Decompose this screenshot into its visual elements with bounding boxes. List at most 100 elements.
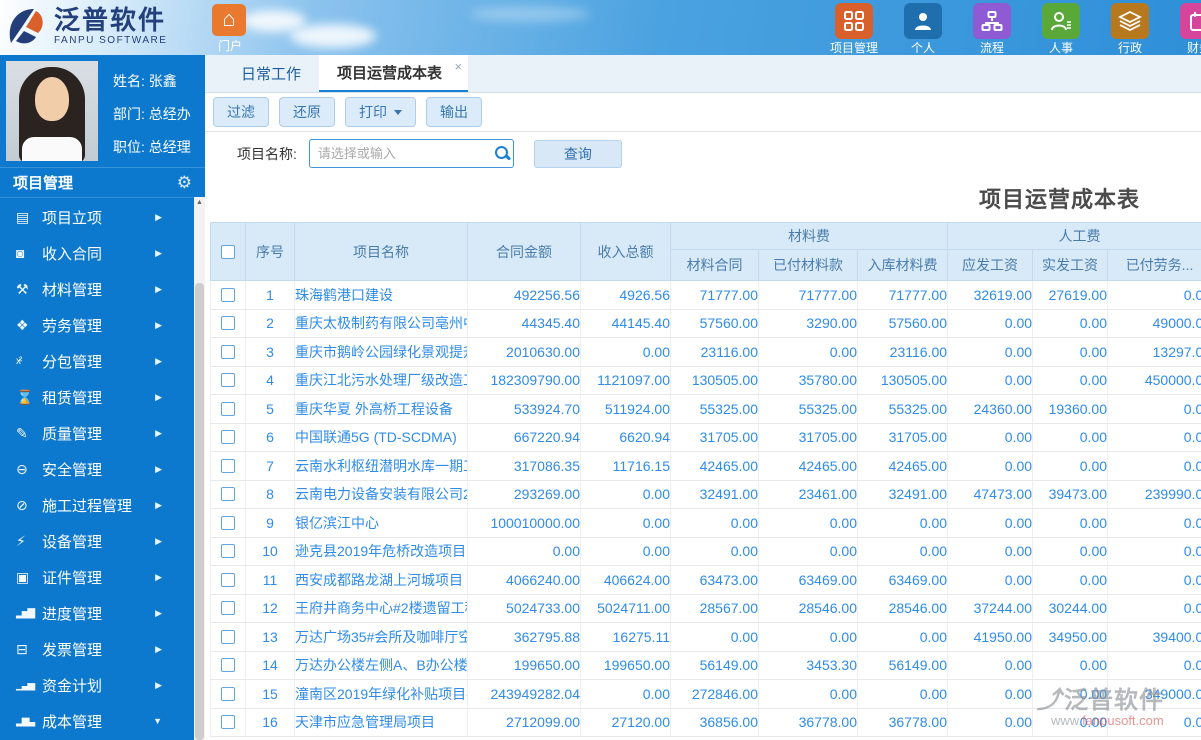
project-name-link[interactable]: 银亿滨江中心: [294, 508, 468, 538]
sidebar-item-construction-process[interactable]: ⊘ 施工过程管理 ▶: [0, 487, 194, 523]
row-checkbox[interactable]: [221, 601, 235, 616]
search-icon[interactable]: [494, 145, 511, 162]
row-checkbox[interactable]: [221, 344, 235, 359]
app-project-mgmt[interactable]: 项目管理: [830, 3, 878, 55]
sidebar-item-cost-mgmt[interactable]: ▂▆▃ 成本管理 ▼: [0, 703, 194, 739]
scrollbar-thumb[interactable]: [195, 283, 204, 740]
column-header: 项目名称: [294, 222, 468, 281]
scrollbar-up-arrow[interactable]: ▲: [194, 199, 205, 206]
table-row: 9 银亿滨江中心 100010000.00 0.00 0.00 0.00 0.00 0.00 0…: [210, 508, 1201, 538]
sidebar-item-safety-mgmt[interactable]: ⊖ 安全管理 ▶: [0, 451, 194, 487]
project-name-link[interactable]: 逊克县2019年危桥改造项目建设: [294, 537, 468, 566]
value-cell: 23116.00: [857, 337, 949, 367]
sidebar-item-income-contract[interactable]: ◙ 收入合同 ▶: [0, 235, 194, 271]
row-checkbox[interactable]: [221, 515, 235, 530]
value-cell: 0.00: [1032, 565, 1109, 595]
row-checkbox[interactable]: [221, 373, 235, 388]
filter-button[interactable]: 过滤: [213, 97, 269, 127]
row-checkbox[interactable]: [221, 287, 235, 302]
project-name-link[interactable]: 潼南区2019年绿化补贴项目-绿: [294, 679, 468, 709]
gear-icon[interactable]: ⚙: [177, 173, 192, 193]
row-select-cell: [210, 679, 246, 709]
row-checkbox[interactable]: [221, 401, 235, 416]
tab-daily-work[interactable]: 日常工作: [223, 55, 319, 92]
close-icon[interactable]: ×: [454, 59, 462, 74]
sidebar-item-quality-mgmt[interactable]: ✎ 质量管理 ▶: [0, 415, 194, 451]
row-checkbox[interactable]: [221, 629, 235, 644]
portal-button[interactable]: ⌂ 门户: [212, 4, 248, 54]
project-name-link[interactable]: 重庆市鹅岭公园绿化景观提升工程: [294, 337, 468, 367]
row-select-cell: [210, 366, 246, 395]
row-checkbox[interactable]: [221, 572, 235, 587]
sidebar-item-project-initiation[interactable]: ▤ 项目立项 ▶: [0, 199, 194, 235]
sidebar-item-label: 安全管理: [42, 461, 103, 479]
sidebar-item-label: 发票管理: [42, 641, 103, 659]
project-name-link[interactable]: 西安成都路龙湖上河城项目: [294, 565, 468, 595]
app-personal[interactable]: 个人: [899, 3, 947, 55]
project-name-link[interactable]: 王府井商务中心#2楼遗留工程: [294, 594, 468, 623]
row-checkbox[interactable]: [221, 544, 235, 559]
sidebar-item-certificate-mgmt[interactable]: ▣ 证件管理 ▶: [0, 559, 194, 595]
select-all-checkbox[interactable]: [221, 244, 235, 259]
sidebar-item-lease-mgmt[interactable]: ⌛ 租赁管理 ▶: [0, 379, 194, 415]
report-table-head: 序号 项目名称 合同金额 收入总额 材料费 人工费 材料合同 已付材料款 入库材料费 应发工资 实发…: [210, 222, 1201, 281]
project-name-link[interactable]: 云南水利枢纽潜明水库一期工程: [294, 451, 468, 481]
table-row: 2重庆太极制药有限公司亳州中心44345.4044145.4057560.003…: [210, 309, 1201, 338]
value-cell: 57560.00: [857, 309, 949, 338]
sidebar-item-material-mgmt[interactable]: ⚒ 材料管理 ▶: [0, 271, 194, 307]
app-launcher: 项目管理 个人 流程 人事 行政 财务: [830, 3, 1201, 55]
row-select-cell: [210, 309, 246, 338]
row-checkbox[interactable]: [221, 686, 235, 701]
project-name-link[interactable]: 云南电力设备安装有限公司20: [294, 480, 468, 509]
project-name-link[interactable]: 天津市应急管理局项目: [294, 708, 468, 737]
chevron-down-icon: [394, 109, 402, 115]
project-name-link[interactable]: 重庆太极制药有限公司亳州中心: [294, 309, 468, 338]
sidebar-item-label: 质量管理: [42, 425, 103, 443]
title-row: 项目运营成本表: [205, 175, 1201, 222]
report-table: 序号 项目名称 合同金额 收入总额 材料费 人工费 材料合同 已付材料款 入库材料费 应发工资 实发…: [210, 222, 1201, 737]
table-row: 5 重庆华夏 外高桥工程设备 533924.70 511924.00 55325.00 5…: [210, 394, 1201, 424]
row-select-cell: [210, 451, 246, 481]
sidebar-item-invoice-mgmt[interactable]: ⊟ 发票管理 ▶: [0, 631, 194, 667]
value-cell: 63473.00: [670, 565, 759, 595]
project-name-link[interactable]: 万达广场35#会所及咖啡厅空调: [294, 622, 468, 652]
tab-cost-report[interactable]: 项目运营成本表 ×: [319, 55, 469, 92]
tab-bar: 日常工作 项目运营成本表 ×: [205, 55, 1201, 93]
print-button[interactable]: 打印: [345, 97, 416, 127]
sidebar-item-labor-mgmt[interactable]: ❖ 劳务管理 ▶: [0, 307, 194, 343]
app-hr[interactable]: 人事: [1037, 3, 1085, 55]
export-button[interactable]: 输出: [426, 97, 482, 127]
value-cell: 0.00: [857, 679, 949, 709]
project-name-link[interactable]: 中国联通5G (TD-SCDMA): [294, 423, 468, 452]
sidebar-item-progress-mgmt[interactable]: ▂▅▇ 进度管理 ▶: [0, 595, 194, 631]
project-name-link[interactable]: 珠海鹤港口建设: [294, 280, 468, 310]
app-admin[interactable]: 行政: [1106, 3, 1154, 55]
row-seq: 9: [245, 508, 295, 538]
project-name-link[interactable]: 万达办公楼左侧A、B办公楼: [294, 651, 468, 680]
restore-button[interactable]: 还原: [279, 97, 335, 127]
row-checkbox[interactable]: [221, 658, 235, 673]
value-cell: 3290.00: [758, 309, 858, 338]
value-cell: 39473.00: [1032, 480, 1109, 509]
row-checkbox[interactable]: [221, 715, 235, 730]
app-flow[interactable]: 流程: [968, 3, 1016, 55]
row-checkbox[interactable]: [221, 430, 235, 445]
sidebar-item-fund-plan[interactable]: ▁▃▅ 资金计划 ▶: [0, 667, 194, 703]
row-checkbox[interactable]: [221, 316, 235, 331]
table-row: 11 西安成都路龙湖上河城项目 4066240.00 406624.00 63473.0…: [210, 565, 1201, 595]
project-name-input[interactable]: [317, 146, 494, 161]
project-name-link[interactable]: 重庆华夏 外高桥工程设备: [294, 394, 468, 424]
row-checkbox[interactable]: [221, 458, 235, 473]
project-name-link[interactable]: 重庆江北污水处理厂级改造工程: [294, 366, 468, 395]
value-cell: 19360.00: [1032, 394, 1109, 424]
sidebar-item-equipment-mgmt[interactable]: ⚡ 设备管理 ▶: [0, 523, 194, 559]
app-finance[interactable]: 财务: [1175, 3, 1201, 55]
value-cell: 0.00: [947, 651, 1034, 680]
sidebar-item-subcontract-mgmt[interactable]: x² 分包管理 ▶: [0, 343, 194, 379]
value-cell: 27120.00: [580, 708, 671, 737]
header-group-row: 序号 项目名称 合同金额 收入总额 材料费 人工费: [210, 222, 1201, 281]
select-all-header: [210, 222, 246, 281]
value-cell: 0.00: [1032, 451, 1109, 481]
query-button[interactable]: 查询: [533, 139, 622, 168]
row-checkbox[interactable]: [221, 487, 235, 502]
